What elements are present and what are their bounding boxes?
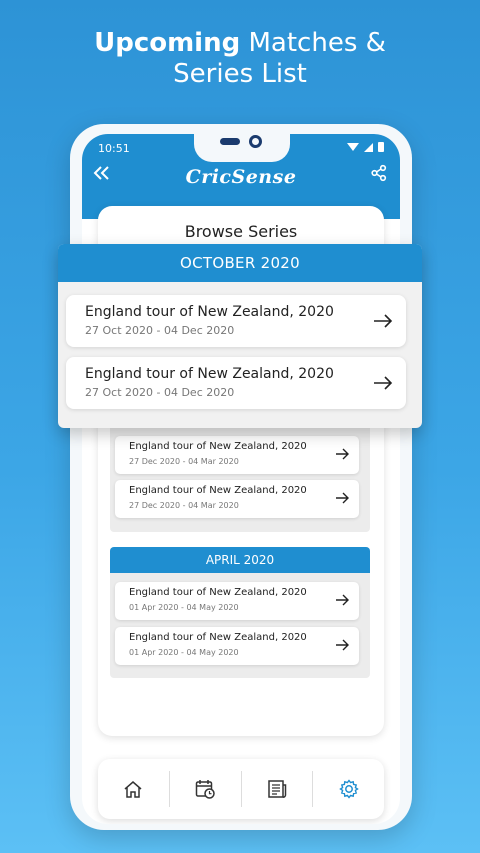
status-icons <box>347 142 384 152</box>
month-popup-october: OCTOBER 2020 England tour of New Zealand… <box>58 244 422 428</box>
speaker-icon <box>220 138 240 145</box>
series-item[interactable]: England tour of New Zealand, 2020 27 Dec… <box>115 480 359 518</box>
calendar-clock-icon <box>195 780 215 799</box>
headline-line2: Series List <box>173 59 307 89</box>
nav-news[interactable] <box>242 771 314 807</box>
nav-schedule[interactable] <box>170 771 242 807</box>
camera-icon <box>249 135 262 148</box>
app-brand: CricSense <box>185 166 297 188</box>
bottom-nav <box>98 759 384 819</box>
series-dates: 01 Apr 2020 - 04 May 2020 <box>129 603 239 612</box>
series-item[interactable]: England tour of New Zealand, 2020 01 Apr… <box>115 582 359 620</box>
series-dates: 01 Apr 2020 - 04 May 2020 <box>129 648 239 657</box>
headline-bold: Upcoming <box>94 28 241 58</box>
series-title: England tour of New Zealand, 2020 <box>129 632 307 643</box>
series-dates: 27 Oct 2020 - 04 Dec 2020 <box>85 386 235 399</box>
series-item[interactable]: England tour of New Zealand, 2020 01 Apr… <box>115 627 359 665</box>
series-title: England tour of New Zealand, 2020 <box>85 304 334 320</box>
headline-rest: Matches & <box>248 28 386 58</box>
series-dates: 27 Dec 2020 - 04 Mar 2020 <box>129 457 239 466</box>
month-block: England tour of New Zealand, 2020 27 Dec… <box>110 421 370 532</box>
series-title: England tour of New Zealand, 2020 <box>85 366 334 382</box>
nav-home[interactable] <box>98 771 170 807</box>
phone-notch <box>194 134 290 162</box>
month-header: APRIL 2020 <box>110 547 370 573</box>
share-icon <box>371 164 387 182</box>
gear-icon <box>338 779 359 799</box>
series-dates: 27 Oct 2020 - 04 Dec 2020 <box>85 324 235 337</box>
arrow-right-icon <box>336 639 349 651</box>
battery-icon <box>378 142 384 152</box>
series-dates: 27 Dec 2020 - 04 Mar 2020 <box>129 501 239 510</box>
home-icon <box>124 781 142 798</box>
series-title: England tour of New Zealand, 2020 <box>129 587 307 598</box>
phone-screen: 10:51 CricSense Browse Series England to… <box>82 134 400 824</box>
arrow-right-icon <box>336 448 349 460</box>
promo-headline: Upcoming Matches & Series List <box>0 28 480 90</box>
wifi-icon <box>347 143 359 151</box>
series-title: England tour of New Zealand, 2020 <box>129 485 307 496</box>
arrow-right-icon <box>336 594 349 606</box>
browse-title: Browse Series <box>184 222 298 241</box>
news-icon <box>268 780 287 798</box>
series-item[interactable]: England tour of New Zealand, 2020 27 Dec… <box>115 436 359 474</box>
arrow-right-icon <box>374 314 393 328</box>
month-header: OCTOBER 2020 <box>58 244 422 282</box>
status-time: 10:51 <box>98 142 130 155</box>
arrow-right-icon <box>374 376 393 390</box>
share-button[interactable] <box>370 164 388 186</box>
series-item[interactable]: England tour of New Zealand, 2020 27 Oct… <box>66 295 406 347</box>
phone-frame: 10:51 CricSense Browse Series England to… <box>70 124 412 830</box>
nav-settings[interactable] <box>313 771 384 807</box>
month-block: APRIL 2020 England tour of New Zealand, … <box>110 547 370 678</box>
signal-icon <box>364 142 373 152</box>
arrow-right-icon <box>336 492 349 504</box>
series-item[interactable]: England tour of New Zealand, 2020 27 Oct… <box>66 357 406 409</box>
series-title: England tour of New Zealand, 2020 <box>129 441 307 452</box>
